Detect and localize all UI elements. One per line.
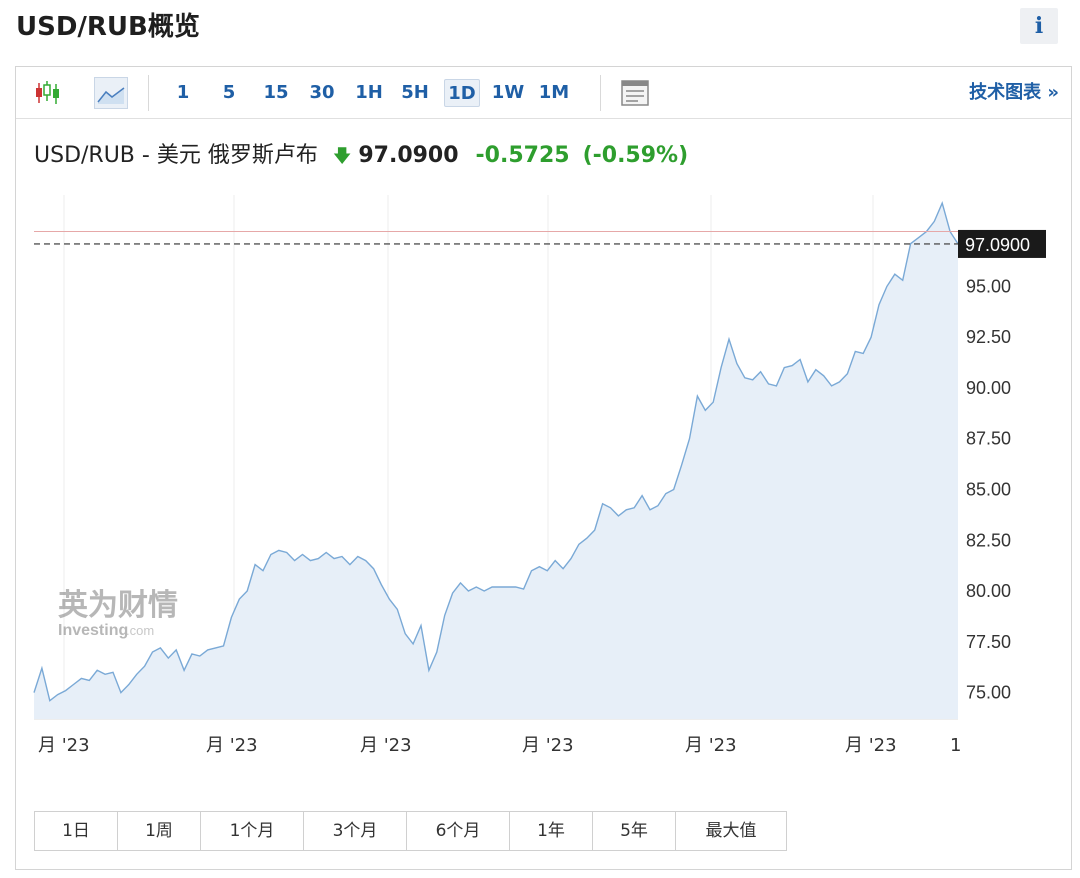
- x-tick-label: 月 '23: [685, 735, 737, 756]
- price-chart[interactable]: 英为财情 Investing .com 75.00 77.50 80.00 82.50…: [16, 67, 1071, 807]
- page-title: USD/RUB概览: [16, 12, 200, 42]
- y-tick-label: 90.00: [966, 378, 1011, 398]
- watermark-suffix: .com: [126, 623, 154, 638]
- range-6m[interactable]: 6个月: [407, 812, 510, 850]
- range-5y[interactable]: 5年: [593, 812, 676, 850]
- range-1y[interactable]: 1年: [510, 812, 593, 850]
- range-3m[interactable]: 3个月: [304, 812, 407, 850]
- chart-panel: 1 5 15 30 1H 5H 1D 1W 1M 技术图表 » USD/RUB …: [15, 66, 1072, 870]
- y-tick-label: 77.50: [966, 632, 1011, 652]
- price-tag-label: 97.0900: [965, 235, 1030, 255]
- y-tick-label: 85.00: [966, 479, 1011, 499]
- x-tick-label: 月 '23: [360, 735, 412, 756]
- investing-watermark: 英为财情 Investing .com: [58, 588, 178, 639]
- watermark-en: Investing: [58, 622, 128, 639]
- x-tick-label: 1: [950, 735, 961, 756]
- range-max[interactable]: 最大值: [676, 812, 786, 850]
- y-tick-label: 75.00: [966, 683, 1011, 703]
- x-tick-label: 月 '23: [845, 735, 897, 756]
- x-tick-label: 月 '23: [522, 735, 574, 756]
- y-axis: 75.00 77.50 80.00 82.50 85.00 87.50 90.00 92.50…: [966, 276, 1011, 702]
- range-selector: 1日 1周 1个月 3个月 6个月 1年 5年 最大值: [34, 811, 787, 851]
- x-tick-label: 月 '23: [206, 735, 258, 756]
- x-axis: 月 '23 月 '23 月 '23 月 '23 月 '23 月 '23 1: [38, 735, 961, 756]
- x-tick-label: 月 '23: [38, 735, 90, 756]
- y-tick-label: 82.50: [966, 530, 1011, 550]
- y-tick-label: 92.50: [966, 327, 1011, 347]
- price-area: [34, 203, 958, 720]
- y-tick-label: 87.50: [966, 429, 1011, 449]
- current-price-tag: 97.0900: [958, 229, 1046, 258]
- info-button[interactable]: i: [1020, 8, 1058, 44]
- range-1w[interactable]: 1周: [118, 812, 201, 850]
- y-tick-label: 95.00: [966, 276, 1011, 296]
- y-tick-label: 80.00: [966, 581, 1011, 601]
- range-1m[interactable]: 1个月: [201, 812, 304, 850]
- range-1d[interactable]: 1日: [35, 812, 118, 850]
- watermark-cn: 英为财情: [58, 588, 178, 623]
